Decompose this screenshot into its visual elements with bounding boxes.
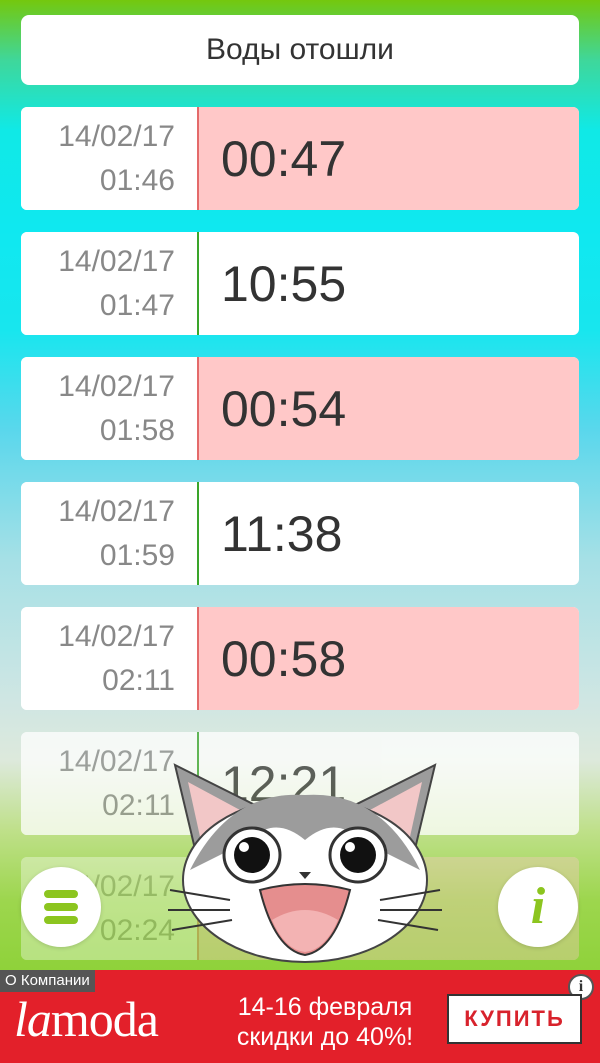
ad-buy-button[interactable]: КУПИТЬ bbox=[447, 994, 582, 1044]
row-date: 14/02/17 bbox=[58, 369, 175, 403]
row-datetime: 14/02/17 01:58 bbox=[21, 357, 197, 460]
row-datetime: 14/02/17 01:47 bbox=[21, 232, 197, 335]
row-duration: 00:58 bbox=[197, 607, 579, 710]
row-datetime: 14/02/17 02:11 bbox=[21, 607, 197, 710]
row-duration: 11:38 bbox=[197, 482, 579, 585]
status-header[interactable]: Воды отошли bbox=[21, 15, 579, 85]
row-time: 01:47 bbox=[99, 288, 175, 322]
ad-banner[interactable]: О Компании i lamoda 14-16 февраля скидки… bbox=[0, 970, 600, 1063]
row-time: 01:58 bbox=[99, 413, 175, 447]
cat-mascot[interactable] bbox=[160, 760, 450, 965]
contraction-row[interactable]: 14/02/17 01:46 00:47 bbox=[21, 107, 579, 210]
ad-brand-logo: lamoda bbox=[14, 991, 159, 1047]
interval-row[interactable]: 14/02/17 01:47 10:55 bbox=[21, 232, 579, 335]
row-time: 01:59 bbox=[99, 538, 175, 572]
ad-promo-line1: 14-16 февраля bbox=[237, 993, 413, 1021]
row-date: 14/02/17 bbox=[58, 119, 175, 153]
row-datetime: 14/02/17 01:59 bbox=[21, 482, 197, 585]
interval-row[interactable]: 14/02/17 01:59 11:38 bbox=[21, 482, 579, 585]
ad-promo-line2: скидки до 40%! bbox=[236, 1023, 414, 1051]
info-icon: i bbox=[530, 878, 546, 935]
ad-promo-text: 14-16 февраля скидки до 40%! bbox=[220, 992, 430, 1052]
row-date: 14/02/17 bbox=[58, 494, 175, 528]
row-date: 14/02/17 bbox=[58, 744, 175, 778]
info-button[interactable]: i bbox=[498, 867, 578, 947]
ad-about-label[interactable]: О Компании bbox=[0, 970, 95, 992]
row-duration: 00:54 bbox=[197, 357, 579, 460]
row-date: 14/02/17 bbox=[58, 619, 175, 653]
row-date: 14/02/17 bbox=[58, 244, 175, 278]
row-duration: 00:47 bbox=[197, 107, 579, 210]
row-datetime: 14/02/17 01:46 bbox=[21, 107, 197, 210]
contraction-row[interactable]: 14/02/17 02:11 00:58 bbox=[21, 607, 579, 710]
row-duration: 10:55 bbox=[197, 232, 579, 335]
row-time: 01:46 bbox=[99, 163, 175, 197]
contraction-row[interactable]: 14/02/17 01:58 00:54 bbox=[21, 357, 579, 460]
menu-button[interactable] bbox=[21, 867, 101, 947]
hamburger-icon bbox=[44, 885, 78, 929]
row-time: 02:11 bbox=[102, 788, 175, 822]
row-time: 02:11 bbox=[102, 663, 175, 697]
status-title: Воды отошли bbox=[206, 33, 394, 66]
